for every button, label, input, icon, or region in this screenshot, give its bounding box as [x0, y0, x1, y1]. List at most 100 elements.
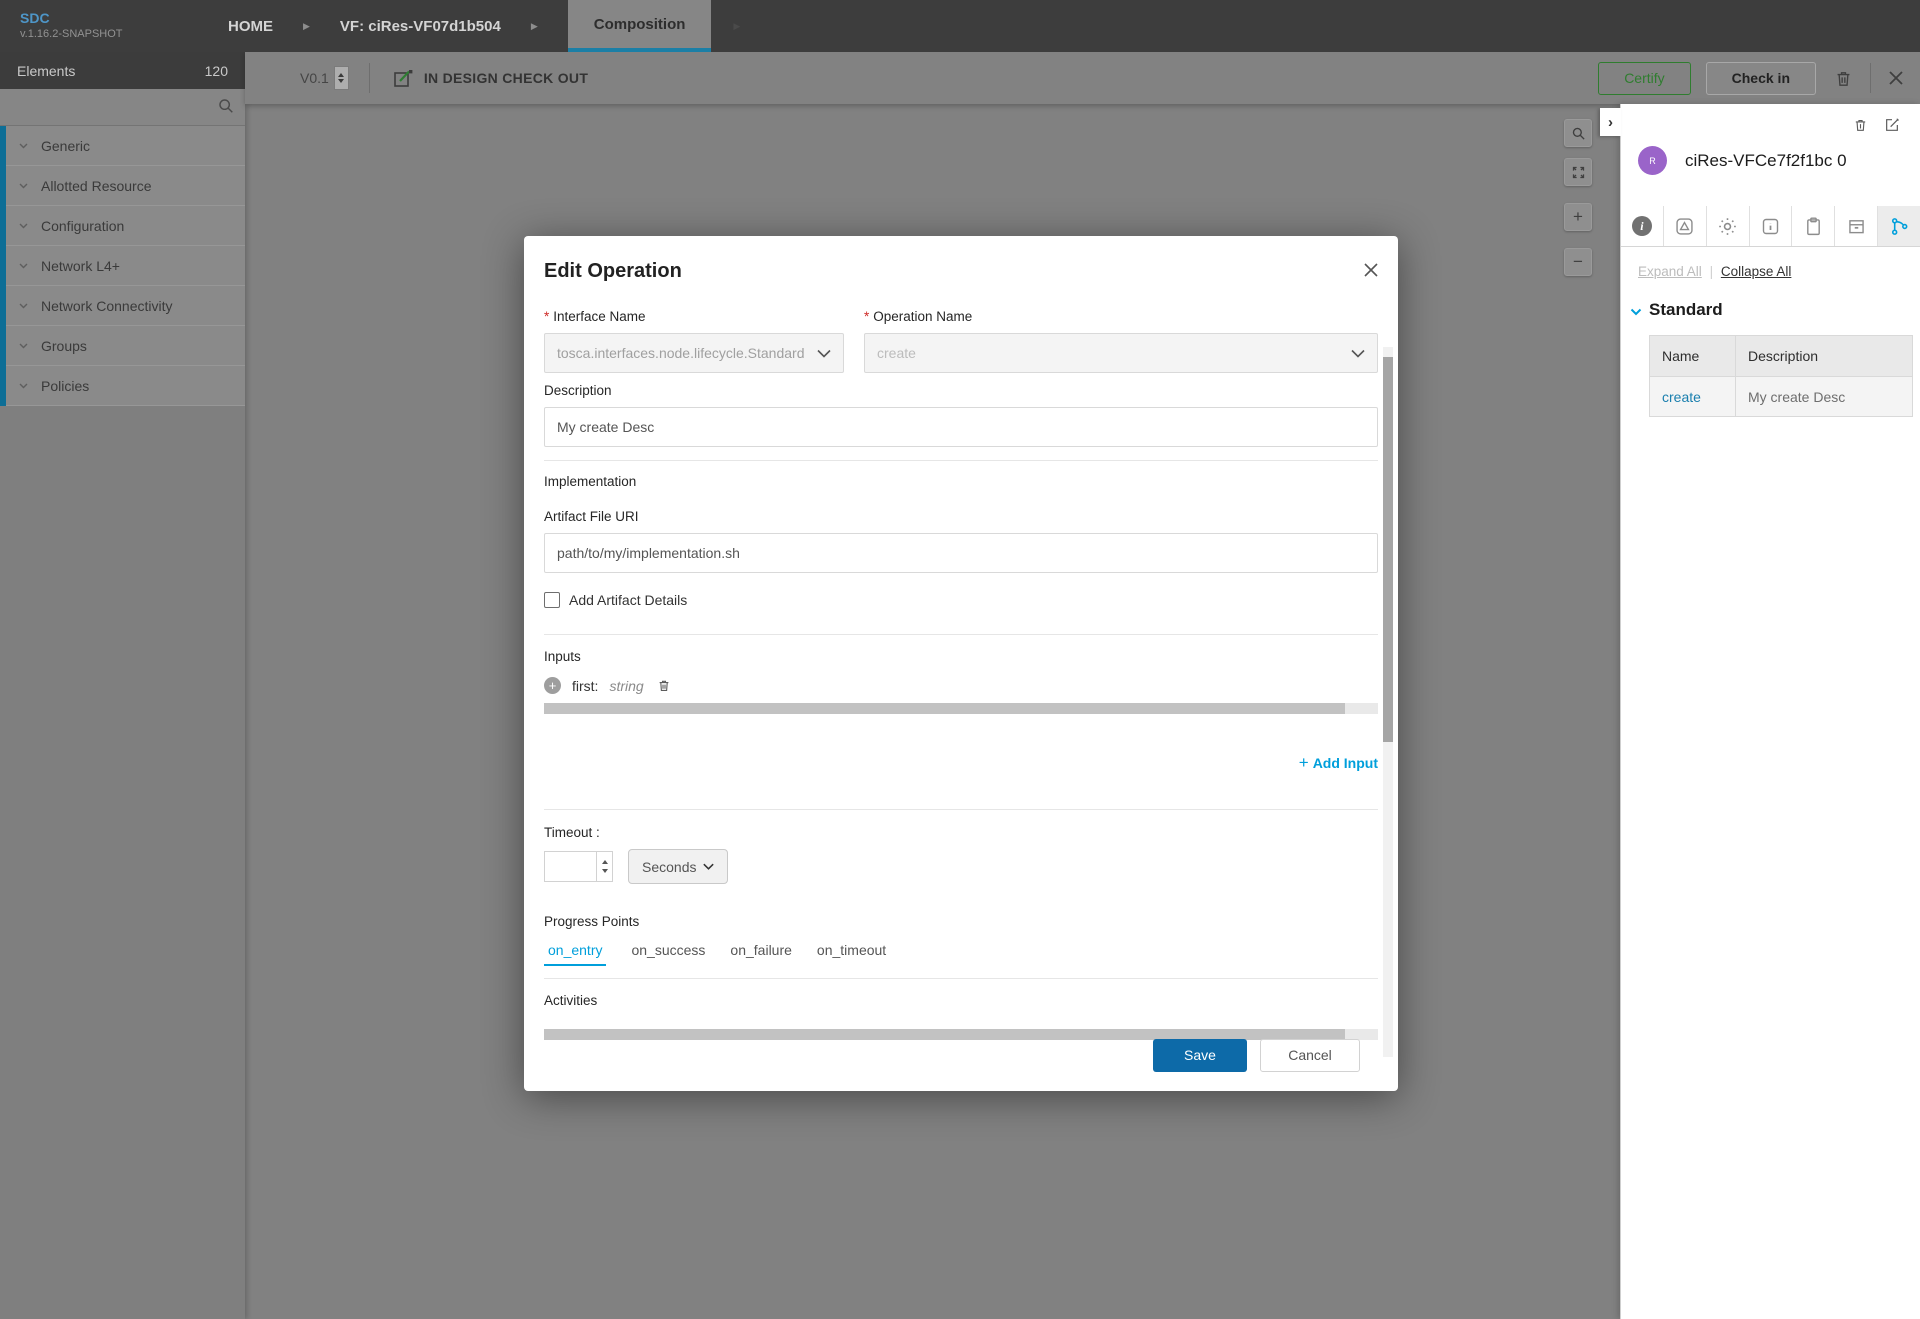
input-name: first: [572, 678, 598, 694]
sidebar-item-configuration[interactable]: Configuration [6, 206, 245, 246]
timeout-value-input[interactable] [544, 851, 596, 882]
checkin-button[interactable]: Check in [1706, 62, 1816, 95]
checkout-icon [392, 67, 414, 89]
expand-input-icon[interactable]: + [544, 677, 561, 694]
modal-vertical-scrollbar [1383, 347, 1393, 1057]
clipboard-icon [1803, 216, 1824, 237]
sidebar-item-allotted-resource[interactable]: Allotted Resource [6, 166, 245, 206]
stepper-up-icon [602, 860, 608, 864]
workspace-toolbar: V0.1 IN DESIGN CHECK OUT Certify Check i… [245, 52, 1920, 104]
progress-point-tabs: on_entry on_success on_failure on_timeou… [544, 942, 1378, 966]
chevron-down-icon [19, 183, 28, 189]
panel-collapse-button[interactable]: › [1600, 108, 1621, 136]
gear-icon [1717, 216, 1738, 237]
operations-workflow-icon [1889, 216, 1910, 237]
close-composition-icon[interactable] [1888, 70, 1904, 86]
artifacts-icon [1674, 216, 1695, 237]
table-header-row: Name Description [1650, 336, 1912, 376]
chevron-down-icon [19, 223, 28, 229]
operation-name-label: *Operation Name [864, 309, 1378, 324]
tab-on-failure[interactable]: on_failure [730, 942, 792, 966]
sidebar-item-network-connectivity[interactable]: Network Connectivity [6, 286, 245, 326]
tab-operations[interactable] [1878, 206, 1920, 246]
tab-on-timeout[interactable]: on_timeout [817, 942, 886, 966]
elements-search-input[interactable] [0, 89, 245, 125]
chevron-down-icon[interactable] [1630, 308, 1642, 316]
chevron-down-icon [19, 343, 28, 349]
sidebar-item-label: Generic [41, 138, 90, 154]
delete-component-icon[interactable] [1853, 117, 1868, 133]
breadcrumb-home[interactable]: HOME [228, 18, 273, 35]
chevron-down-icon [19, 263, 28, 269]
sidebar-item-policies[interactable]: Policies [6, 366, 245, 406]
save-button[interactable]: Save [1153, 1039, 1247, 1072]
lifecycle-status: IN DESIGN CHECK OUT [392, 67, 588, 89]
operation-name-value: create [877, 345, 916, 361]
link-separator: | [1710, 264, 1714, 279]
add-artifact-checkbox[interactable] [544, 592, 560, 608]
column-header-name: Name [1650, 336, 1736, 376]
collapse-all-link[interactable]: Collapse All [1721, 264, 1792, 279]
timeout-stepper[interactable] [596, 851, 613, 882]
zoom-in-button[interactable]: + [1564, 203, 1592, 231]
chevron-down-icon [817, 349, 831, 358]
interface-name-label: *Interface Name [544, 309, 844, 324]
avatar: R [1638, 146, 1667, 175]
canvas-controls: + − [1564, 119, 1592, 276]
description-label: Description [544, 383, 1378, 398]
tab-composition[interactable]: Composition [568, 0, 712, 52]
sidebar-item-generic[interactable]: Generic [6, 126, 245, 166]
tab-properties[interactable] [1707, 206, 1750, 246]
column-header-description: Description [1736, 348, 1818, 364]
section-divider [544, 634, 1378, 635]
sidebar-item-network-l4[interactable]: Network L4+ [6, 246, 245, 286]
tab-general-info[interactable]: i [1621, 206, 1664, 246]
breadcrumb-separator-icon: ▶ [303, 21, 310, 32]
add-input-link[interactable]: +Add Input [544, 753, 1378, 773]
tab-deployment-artifacts[interactable] [1664, 206, 1707, 246]
required-asterisk: * [864, 309, 869, 324]
breadcrumb-separator-icon: ▶ [733, 21, 740, 32]
breadcrumb-vf[interactable]: VF: ciRes-VF07d1b504 [340, 18, 501, 35]
zoom-out-button[interactable]: − [1564, 248, 1592, 276]
section-divider [544, 460, 1378, 461]
edit-component-icon[interactable] [1884, 117, 1900, 133]
sidebar-item-groups[interactable]: Groups [6, 326, 245, 366]
description-input[interactable] [544, 407, 1378, 447]
certify-button[interactable]: Certify [1598, 62, 1690, 95]
cancel-button[interactable]: Cancel [1260, 1039, 1360, 1072]
canvas-search-button[interactable] [1564, 119, 1592, 147]
tab-on-entry[interactable]: on_entry [544, 942, 606, 966]
operation-name-select[interactable]: create [864, 333, 1378, 373]
version-stepper[interactable] [334, 66, 349, 90]
element-category-list: Generic Allotted Resource Configuration … [0, 126, 245, 406]
activities-title: Activities [544, 993, 1378, 1008]
chevron-down-icon [19, 143, 28, 149]
elements-count-badge: 120 [205, 63, 228, 79]
required-asterisk: * [544, 309, 549, 324]
delete-input-icon[interactable] [657, 678, 671, 693]
timeout-unit-value: Seconds [642, 859, 696, 875]
info-square-icon [1760, 216, 1781, 237]
operations-table: Name Description create My create Desc [1649, 335, 1913, 417]
chevron-down-icon [1351, 349, 1365, 358]
tab-on-success[interactable]: on_success [631, 942, 705, 966]
expand-all-link[interactable]: Expand All [1638, 264, 1702, 279]
tab-information-artifacts[interactable] [1750, 206, 1793, 246]
operation-create-link[interactable]: create [1662, 389, 1701, 405]
interface-name-select[interactable]: tosca.interfaces.node.lifecycle.Standard [544, 333, 844, 373]
sidebar-item-label: Groups [41, 338, 87, 354]
scrollbar-thumb[interactable] [1383, 357, 1393, 742]
elements-header: Elements 120 [0, 52, 245, 89]
modal-close-icon[interactable] [1364, 263, 1378, 277]
artifact-uri-input[interactable] [544, 533, 1378, 573]
canvas-fit-screen-button[interactable] [1564, 158, 1592, 186]
panel-actions [1853, 117, 1900, 133]
scrollbar-thumb[interactable] [544, 703, 1345, 714]
tab-attributes[interactable] [1792, 206, 1835, 246]
app-logo[interactable]: SDC v.1.16.2-SNAPSHOT [20, 10, 198, 41]
delete-icon[interactable] [1834, 69, 1853, 88]
app-logo-title: SDC [20, 10, 198, 28]
timeout-unit-select[interactable]: Seconds [628, 849, 728, 884]
tab-requirements-capabilities[interactable] [1835, 206, 1878, 246]
